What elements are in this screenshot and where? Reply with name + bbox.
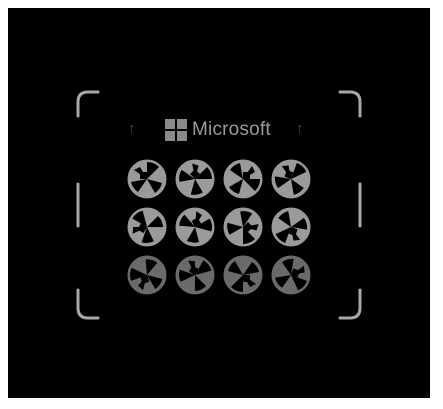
pattern-tile[interactable] (126, 254, 168, 296)
brand-header: ↑ Microsoft ↑ (128, 118, 310, 142)
microsoft-logo-icon (165, 119, 187, 141)
pattern-tile[interactable] (126, 206, 168, 248)
viewfinder-corner-top-right (338, 90, 362, 118)
up-arrow-icon: ↑ (128, 120, 136, 137)
pattern-tile[interactable] (126, 158, 168, 200)
pattern-tile[interactable] (270, 206, 312, 248)
pattern-tile[interactable] (222, 158, 264, 200)
pattern-tile[interactable] (174, 206, 216, 248)
pattern-tile[interactable] (222, 254, 264, 296)
viewfinder-corner-top-left (76, 90, 100, 118)
pattern-tile[interactable] (222, 206, 264, 248)
pattern-tile[interactable] (174, 158, 216, 200)
pattern-tile-grid (126, 158, 314, 298)
verification-panel: ↑ Microsoft ↑ (8, 8, 430, 398)
viewfinder-corner-bottom-left (76, 288, 100, 320)
pattern-tile[interactable] (270, 254, 312, 296)
viewfinder-corner-bottom-right (338, 288, 362, 320)
pattern-tile[interactable] (174, 254, 216, 296)
pattern-tile[interactable] (270, 158, 312, 200)
brand-name: Microsoft (192, 119, 271, 140)
up-arrow-icon: ↑ (296, 120, 304, 137)
